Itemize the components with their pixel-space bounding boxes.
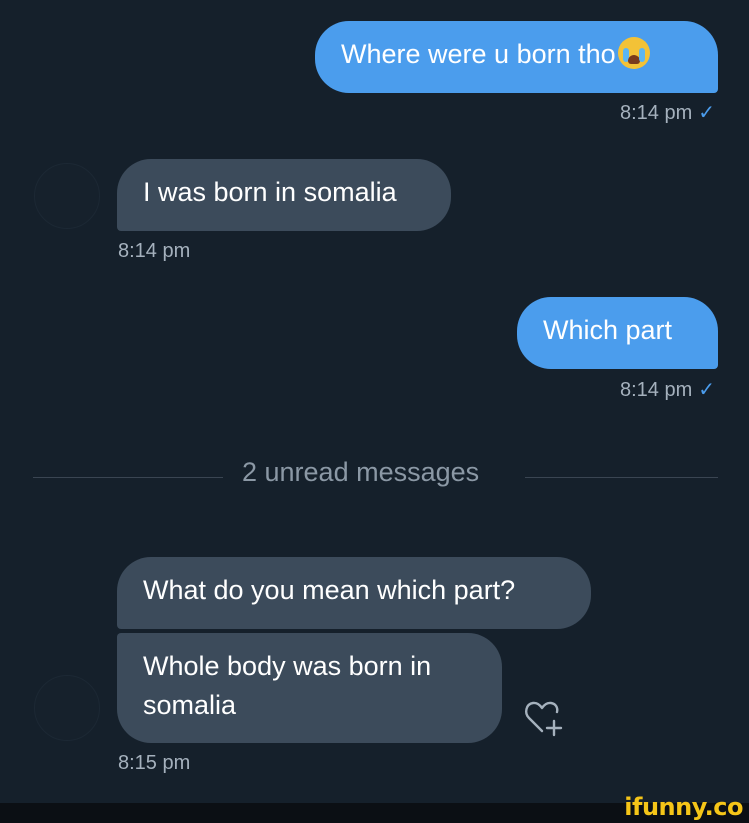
message-text: Which part: [543, 315, 673, 345]
message-timestamp: 8:14 pm: [118, 240, 191, 262]
message-text-line: somalia: [143, 690, 237, 720]
outgoing-message-bubble[interactable]: Which part: [517, 297, 718, 369]
avatar[interactable]: [34, 675, 100, 741]
read-check-icon: ✓: [698, 379, 715, 401]
incoming-message-bubble[interactable]: I was born in somalia: [117, 159, 451, 231]
message-text: I was born in somalia: [143, 177, 397, 207]
message-timestamp: 8:14 pm ✓: [619, 379, 715, 401]
message-text: What do you mean which part?: [143, 575, 516, 605]
incoming-message-bubble[interactable]: Whole body was born in somalia: [117, 633, 502, 743]
read-check-icon: ✓: [698, 102, 715, 124]
unread-messages-divider: 2 unread messages: [242, 457, 480, 487]
divider-line-right: [525, 477, 718, 478]
message-text: Where were u born tho: [341, 39, 616, 69]
message-timestamp: 8:14 pm ✓: [619, 102, 715, 124]
message-text-line: Whole body was born in: [143, 651, 432, 681]
message-timestamp: 8:15 pm: [118, 752, 191, 774]
outgoing-message-bubble[interactable]: Where were u born tho: [315, 21, 718, 93]
watermark-logo: ifunny.co: [624, 793, 743, 821]
heart-plus-icon[interactable]: [521, 697, 565, 741]
avatar[interactable]: [34, 163, 100, 229]
divider-line-left: [33, 477, 223, 478]
incoming-message-bubble[interactable]: What do you mean which part?: [117, 557, 591, 629]
loudly-crying-face-icon: [617, 37, 650, 69]
conversation-view: Where were u born tho 8:14 pm ✓ I was bor…: [0, 0, 749, 803]
